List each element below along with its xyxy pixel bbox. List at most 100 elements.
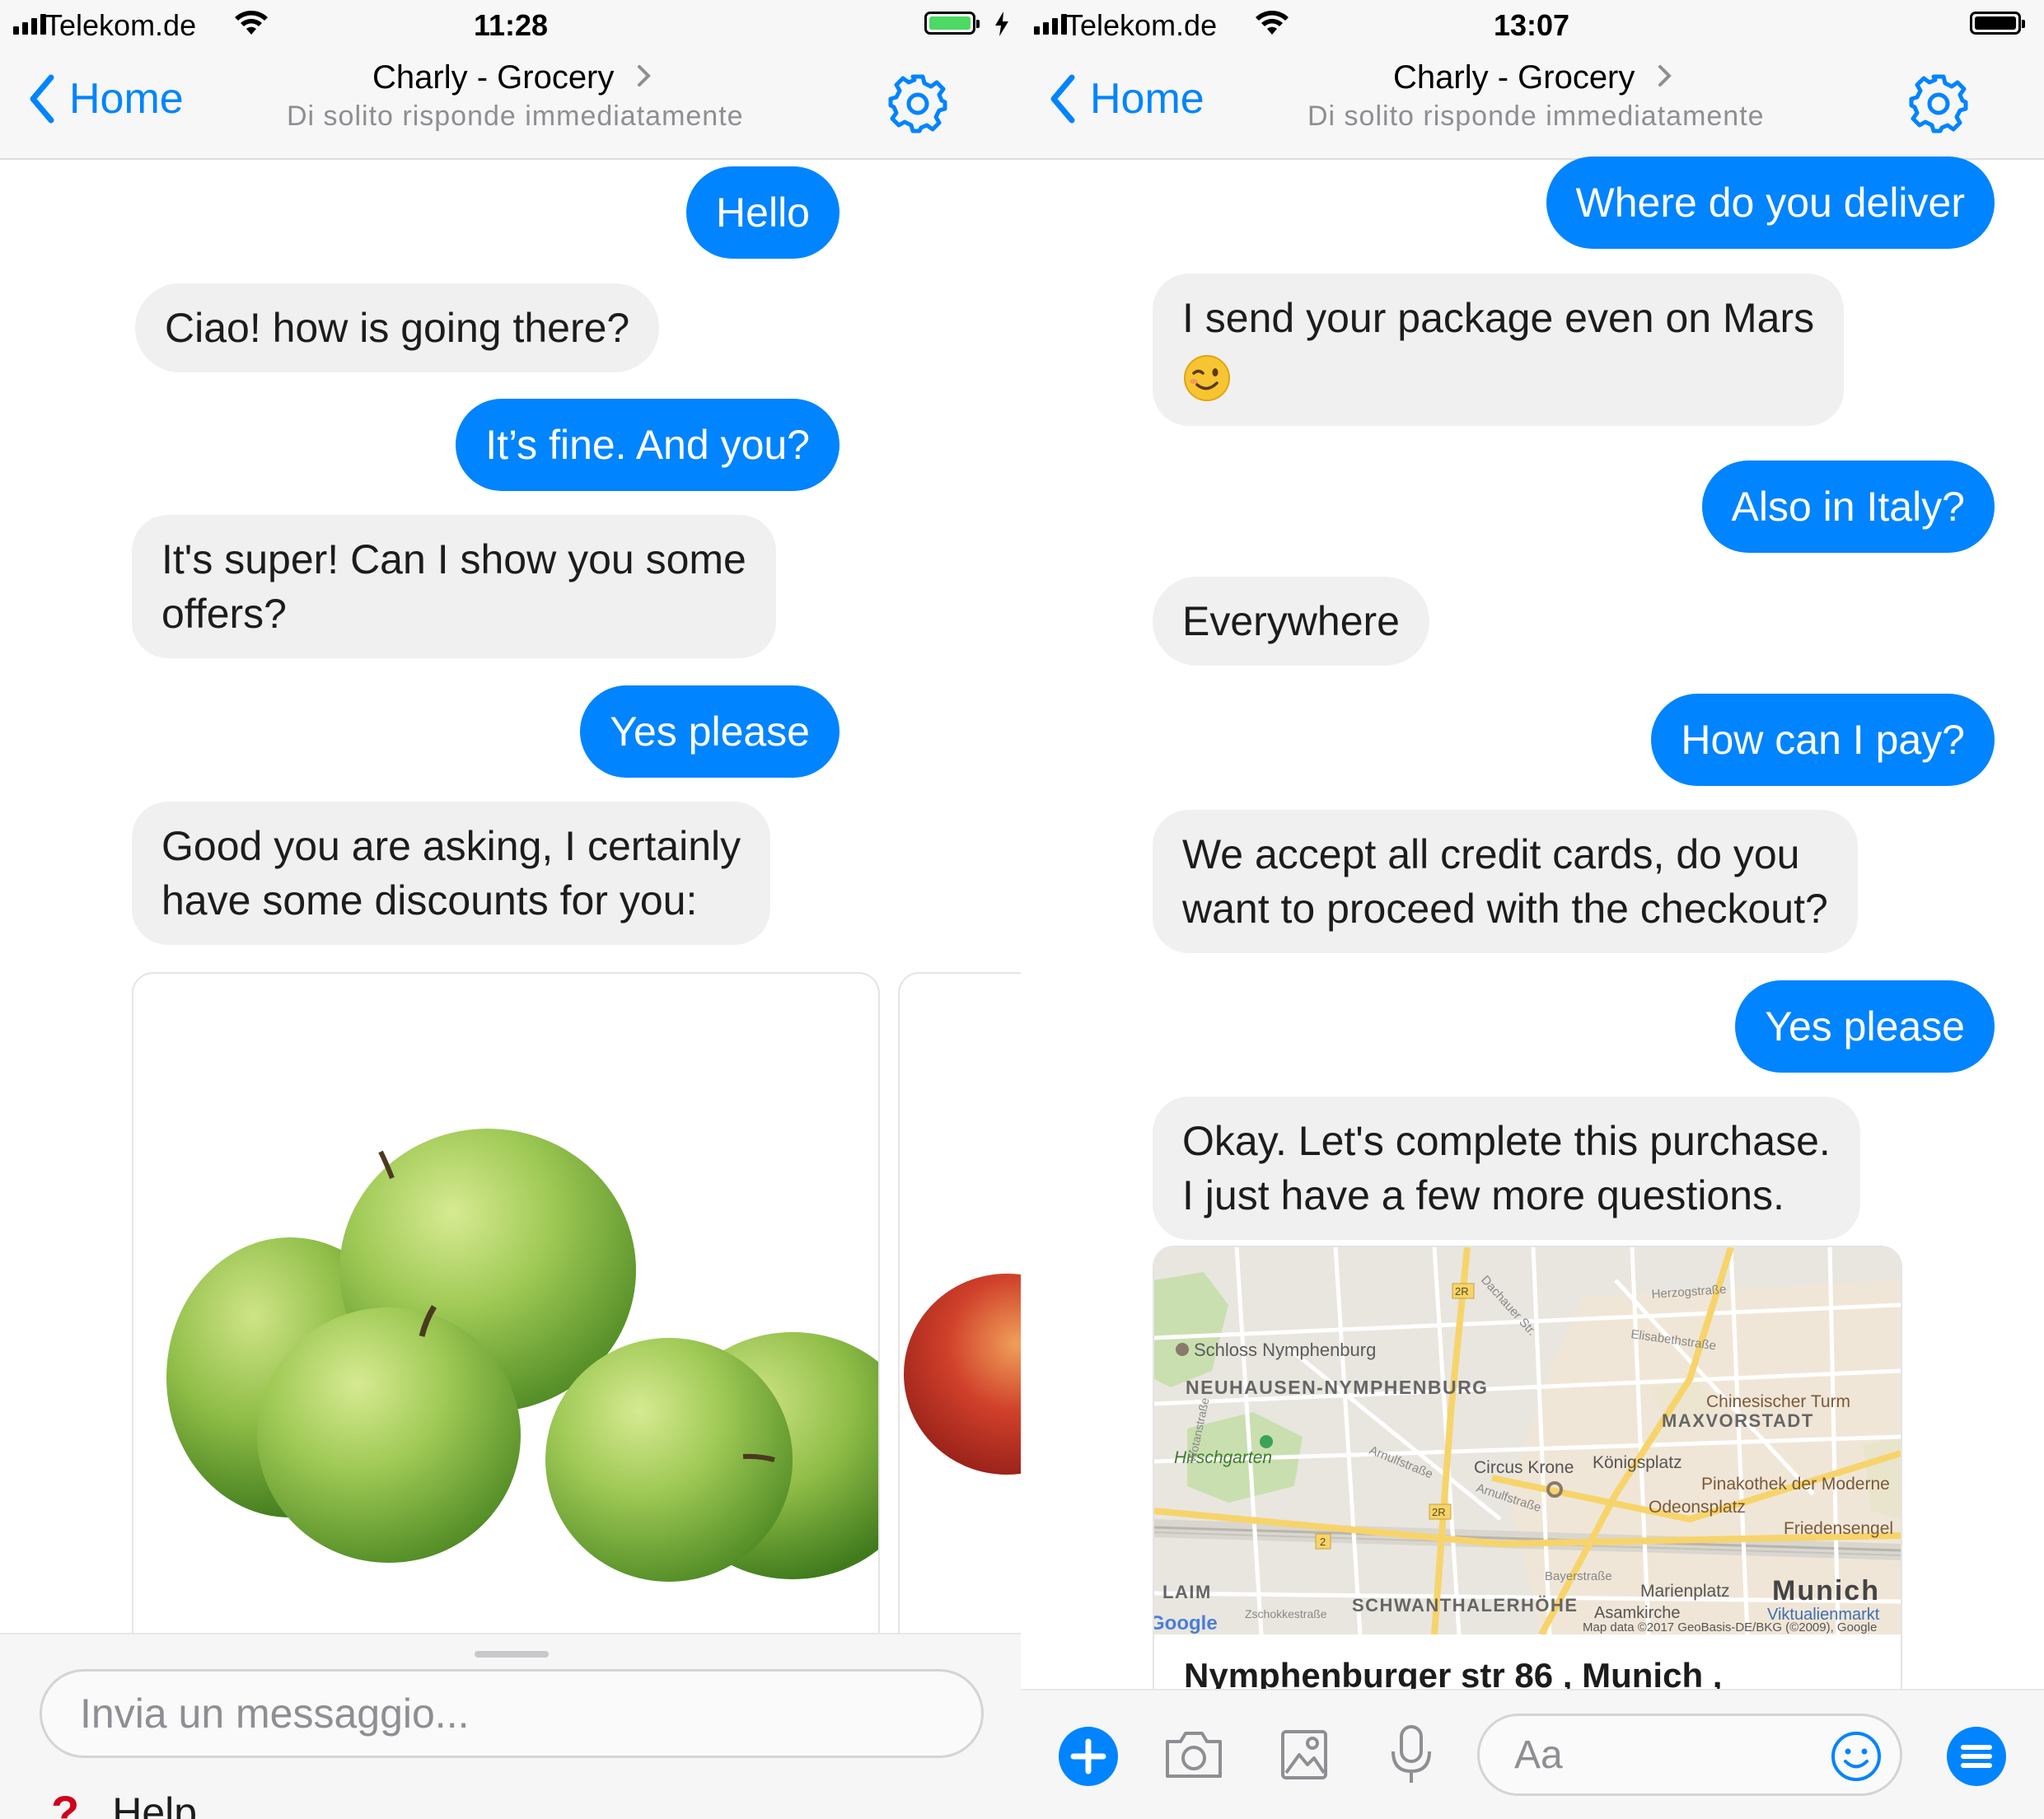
message-line: It's super! Can I show you some — [161, 536, 746, 582]
message-bubble-incoming: Okay. Let's complete this purchase. I ju… — [1153, 1097, 1860, 1240]
message-line: want to proceed with the checkout? — [1182, 886, 1828, 932]
back-button-label: Home — [1090, 75, 1204, 123]
chevron-right-icon — [637, 65, 651, 87]
status-bar: Telekom.de 11:28 — [0, 0, 1021, 51]
screenshot-pair: Telekom.de 11:28 Home Charly - Grocery D… — [0, 0, 2044, 1819]
camera-icon[interactable] — [1162, 1728, 1225, 1781]
status-time: 13:07 — [1493, 8, 1570, 42]
conversation-title[interactable]: Charly - Grocery — [1393, 59, 1674, 96]
map-label: Marienplatz — [1640, 1582, 1730, 1601]
menu-icon[interactable] — [1945, 1725, 2008, 1788]
conversation-title[interactable]: Charly - Grocery — [372, 59, 653, 96]
map-label: Pinakothek der Moderne — [1701, 1475, 1890, 1494]
map-label: 2R — [1432, 1506, 1446, 1518]
image-icon[interactable] — [1279, 1728, 1329, 1781]
back-button[interactable]: Home — [1049, 74, 1204, 124]
message-line: I just have a few more questions. — [1182, 1172, 1784, 1218]
conversation-subtitle: Di solito risponde immediatamente — [1307, 101, 1765, 132]
signal-icon — [1034, 14, 1067, 35]
gear-icon[interactable] — [886, 72, 949, 135]
message-bubble-outgoing: How can I pay? — [1651, 694, 1995, 786]
message-line: have some discounts for you: — [161, 877, 698, 924]
composer-bar: Aa — [1021, 1689, 2044, 1819]
question-mark-icon: ? — [51, 1786, 80, 1819]
conversation-header: Home Charly - Grocery Di solito risponde… — [1021, 51, 2044, 160]
chevron-right-icon — [1658, 65, 1672, 87]
message-input-placeholder: Aa — [1514, 1733, 1563, 1777]
message-input[interactable]: Aa — [1477, 1714, 1902, 1796]
message-bubble-outgoing: Also in Italy? — [1701, 461, 1995, 553]
map-label: 2R — [1455, 1285, 1469, 1298]
message-line: Good you are asking, I certainly — [161, 823, 741, 869]
map-label: MAXVORSTADT — [1662, 1410, 1814, 1431]
map-label: Munich — [1772, 1575, 1880, 1606]
conversation-subtitle: Di solito risponde immediatamente — [287, 101, 744, 132]
map-label: Schloss Nymphenburg — [1194, 1340, 1376, 1360]
message-bubble-incoming: Good you are asking, I certainly have so… — [132, 802, 771, 945]
message-bubble-outgoing: It’s fine. And you? — [456, 399, 840, 491]
winking-face-emoji — [1184, 355, 1230, 401]
charging-bolt-icon — [995, 12, 1008, 36]
chevron-left-icon — [30, 74, 54, 124]
map-label: LAIM — [1162, 1582, 1212, 1602]
product-card[interactable] — [132, 972, 880, 1664]
map-image: 2R 2R 2 Schloss Nymphenburg NEUHAUSEN-NY… — [1154, 1247, 1901, 1636]
map-label: Google — [1154, 1612, 1218, 1634]
message-bubble-outgoing: Yes please — [580, 685, 840, 778]
message-line: Okay. Let's complete this purchase. — [1182, 1118, 1831, 1164]
gear-icon[interactable] — [1907, 72, 1970, 135]
conversation-title-text: Charly - Grocery — [372, 59, 615, 96]
map-label: SCHWANTHALERHÖHE — [1352, 1595, 1579, 1616]
location-card[interactable]: 2R 2R 2 Schloss Nymphenburg NEUHAUSEN-NY… — [1153, 1246, 1902, 1707]
status-bar: Telekom.de 13:07 — [1021, 0, 2044, 51]
message-line: I send your package even on Mars — [1182, 295, 1815, 341]
status-time: 11:28 — [473, 8, 549, 42]
conversation-header: Home Charly - Grocery Di solito risponde… — [0, 51, 1021, 160]
battery-icon — [1970, 12, 2025, 35]
persistent-menu-label: Help — [112, 1789, 198, 1819]
map-label: Circus Krone — [1474, 1458, 1574, 1477]
microphone-icon[interactable] — [1387, 1723, 1436, 1786]
map-label: Königsplatz — [1593, 1453, 1682, 1472]
message-bubble-incoming: We accept all credit cards, do you want … — [1153, 810, 1858, 953]
green-apples-image — [166, 1129, 878, 1582]
carrier-name: Telekom.de — [44, 8, 197, 42]
message-bubble-incoming: It's super! Can I show you some offers? — [132, 515, 776, 658]
message-bubble-incoming: Ciao! how is going there? — [135, 283, 660, 372]
right-phone-screen: Telekom.de 13:07 Home Charly - Grocery D… — [1021, 0, 2044, 1819]
red-apple-image — [904, 1274, 1021, 1475]
product-card[interactable] — [898, 972, 1021, 1664]
map-label: Bayerstraße — [1545, 1569, 1612, 1583]
wifi-icon — [1256, 11, 1289, 35]
map-label: Chinesischer Turm — [1706, 1392, 1850, 1411]
signal-icon — [13, 14, 46, 35]
message-bubble-incoming: Everywhere — [1153, 577, 1429, 666]
map-label: Map data ©2017 GeoBasis-DE/BKG (©2009), … — [1583, 1620, 1877, 1634]
drag-handle[interactable] — [475, 1651, 549, 1658]
smiley-icon[interactable] — [1831, 1731, 1882, 1782]
map-label: Friedensengel — [1784, 1519, 1893, 1538]
back-button-label: Home — [69, 75, 184, 123]
message-line: We accept all credit cards, do you — [1182, 831, 1800, 877]
wifi-icon — [235, 11, 268, 35]
map-label: Zschokkestraße — [1245, 1607, 1327, 1620]
persistent-menu-button[interactable]: ? Help — [51, 1789, 197, 1819]
message-bubble-incoming: I send your package even on Mars — [1153, 274, 1845, 426]
map-label: Asamkirche — [1594, 1604, 1680, 1622]
conversation-title-text: Charly - Grocery — [1393, 59, 1635, 96]
message-input[interactable]: Invia un messaggio... — [40, 1669, 984, 1758]
back-button[interactable]: Home — [28, 74, 184, 124]
message-bubble-outgoing: Yes please — [1735, 980, 1995, 1073]
message-input-placeholder: Invia un messaggio... — [80, 1690, 470, 1737]
battery-icon — [924, 12, 980, 35]
carrier-name: Telekom.de — [1065, 8, 1218, 42]
message-bubble-outgoing: Where do you deliver — [1546, 157, 1995, 249]
message-bubble-outgoing: Hello — [686, 166, 840, 259]
map-label: Odeonsplatz — [1649, 1498, 1746, 1517]
plus-circle-icon[interactable] — [1057, 1725, 1120, 1788]
message-line: offers? — [161, 591, 287, 637]
map-label: NEUHAUSEN-NYMPHENBURG — [1186, 1377, 1489, 1398]
composer-bar: Invia un messaggio... ? Help — [0, 1633, 1021, 1819]
left-phone-screen: Telekom.de 11:28 Home Charly - Grocery D… — [0, 0, 1021, 1819]
chevron-left-icon — [1050, 74, 1075, 124]
